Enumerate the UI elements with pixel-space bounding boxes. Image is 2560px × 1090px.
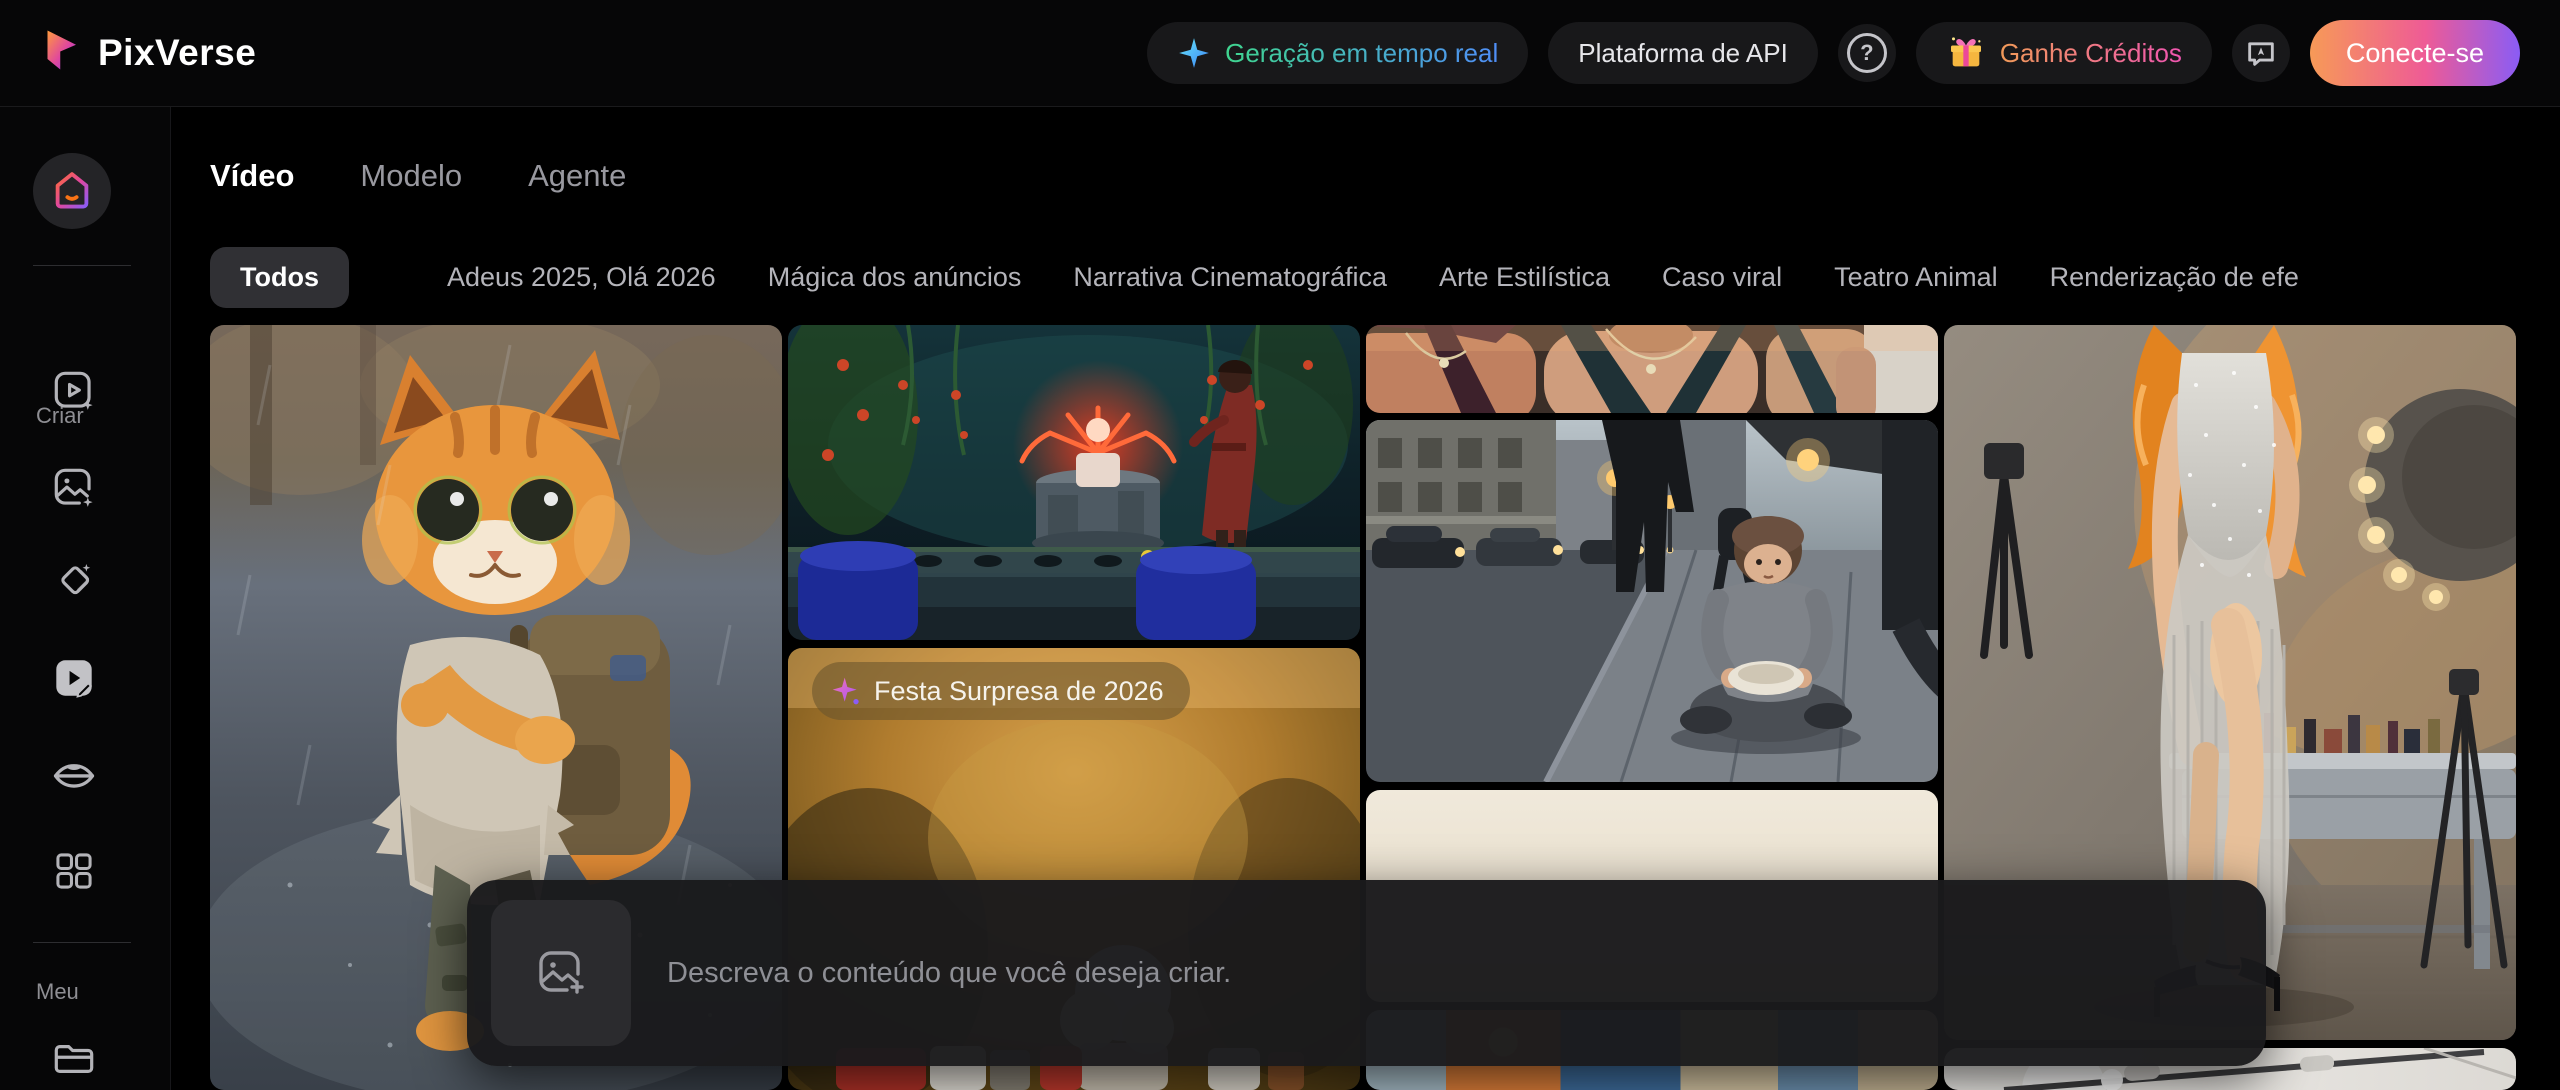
realtime-generation-button[interactable]: Geração em tempo real <box>1147 22 1528 84</box>
top-bar: PixVerse Geração em tempo real Plataform… <box>0 0 2560 107</box>
filter-chip-stylistic-art[interactable]: Arte Estilística <box>1439 262 1610 293</box>
sidebar-item-apps[interactable] <box>51 848 97 894</box>
earn-credits-label: Ganhe Créditos <box>2000 38 2182 69</box>
filter-chip-viral-case[interactable]: Caso viral <box>1662 262 1782 293</box>
gallery-card-boy-with-bowl[interactable] <box>1366 420 1938 782</box>
video-create-icon <box>51 368 97 414</box>
tab-agent[interactable]: Agente <box>528 158 626 194</box>
filter-chip-ad-magic[interactable]: Mágica dos anúncios <box>768 262 1022 293</box>
brand-name: PixVerse <box>98 32 256 74</box>
sparkle-icon <box>1177 36 1211 70</box>
sign-in-label: Conecte-se <box>2346 38 2484 69</box>
sidebar-item-video-edit[interactable] <box>51 655 97 701</box>
content-tabs: Vídeo Modelo Agente <box>210 158 626 194</box>
api-platform-button[interactable]: Plataforma de API <box>1548 22 1818 84</box>
sidebar-divider <box>33 265 131 266</box>
sidebar-divider <box>33 942 131 943</box>
fireworks-emoji <box>401 260 435 294</box>
prompt-bar <box>467 880 2266 1066</box>
apps-grid-icon <box>52 849 96 893</box>
tab-video[interactable]: Vídeo <box>210 158 294 194</box>
festa-surpresa-tag: Festa Surpresa de 2026 <box>812 662 1190 720</box>
filter-chip-newyear[interactable]: Adeus 2025, Olá 2026 <box>401 260 716 294</box>
gallery-card-mystic-ritual[interactable] <box>788 325 1360 640</box>
prompt-input[interactable] <box>665 956 2226 991</box>
sidebar-item-effects[interactable] <box>51 556 97 602</box>
effects-icon <box>51 556 97 602</box>
topbar-actions: Geração em tempo real Plataforma de API … <box>1147 20 2520 86</box>
lip-sync-icon <box>50 751 98 799</box>
sidebar-section-my: Meu <box>36 979 79 1005</box>
question-icon: ? <box>1847 33 1887 73</box>
sparkle-icon <box>830 675 862 707</box>
image-create-icon <box>51 465 97 511</box>
sidebar-item-image-create[interactable] <box>51 465 97 511</box>
sidebar-item-lip-sync[interactable] <box>51 752 97 798</box>
earn-credits-button[interactable]: Ganhe Créditos <box>1916 22 2212 84</box>
help-button[interactable]: ? <box>1838 24 1896 82</box>
tab-model[interactable]: Modelo <box>360 158 462 194</box>
gift-icon <box>1946 33 1986 73</box>
video-edit-icon <box>51 655 97 701</box>
folder-icon <box>51 1036 97 1082</box>
feedback-button[interactable] <box>2232 24 2290 82</box>
pixverse-logo-icon <box>40 25 82 81</box>
image-plus-icon <box>535 947 587 999</box>
brand-logo[interactable]: PixVerse <box>40 25 256 81</box>
sidebar-item-folder[interactable] <box>51 1036 97 1082</box>
add-image-button[interactable] <box>491 900 631 1046</box>
filter-chip-animal-theater[interactable]: Teatro Animal <box>1834 262 1998 293</box>
filter-chip-effects-render[interactable]: Renderização de efe <box>2050 262 2299 293</box>
gallery-card-women-torsos[interactable] <box>1366 325 1938 413</box>
filter-chip-row: Todos Adeus 2025, Olá 2026 Mágica dos an… <box>210 242 2540 312</box>
sidebar: Criar <box>0 107 171 1090</box>
sign-in-button[interactable]: Conecte-se <box>2310 20 2520 86</box>
sidebar-item-video-create[interactable] <box>51 368 97 414</box>
feedback-icon <box>2244 36 2278 70</box>
filter-chip-all[interactable]: Todos <box>210 247 349 308</box>
home-icon <box>49 168 95 214</box>
api-platform-label: Plataforma de API <box>1578 38 1788 69</box>
realtime-generation-label: Geração em tempo real <box>1225 38 1498 69</box>
sidebar-item-home[interactable] <box>33 153 111 229</box>
filter-chip-cinematic[interactable]: Narrativa Cinematográfica <box>1073 262 1387 293</box>
